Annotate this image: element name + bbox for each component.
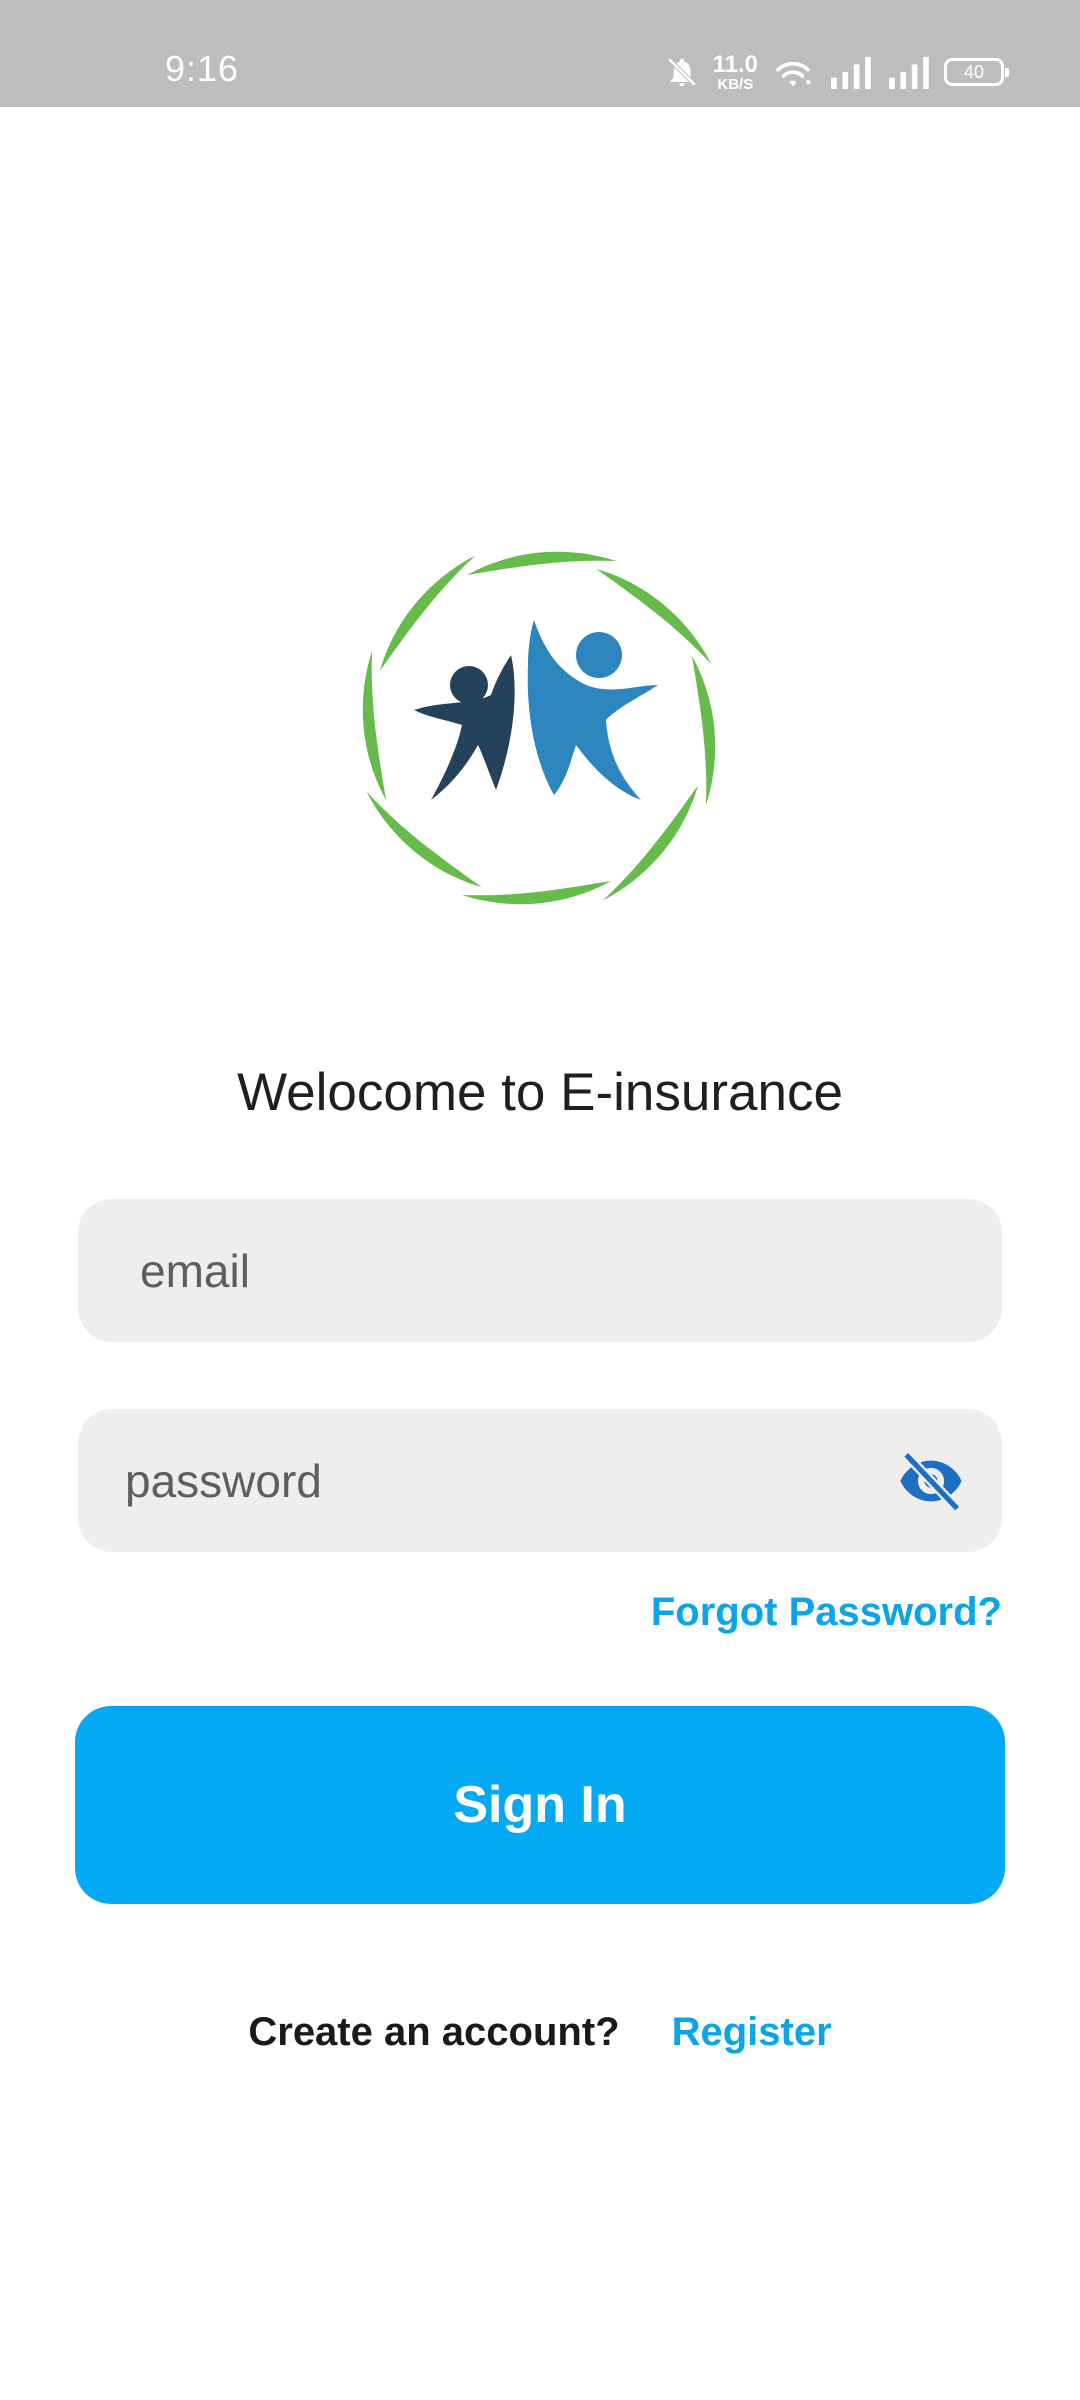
bell-off-icon xyxy=(667,57,696,87)
email-field[interactable] xyxy=(78,1199,1002,1342)
app-logo xyxy=(362,551,716,905)
email-input[interactable] xyxy=(138,1199,962,1342)
person-light xyxy=(527,620,658,800)
status-icons: 11.0 KB/S 40 xyxy=(665,48,1009,96)
forgot-password-link[interactable]: Forgot Password? xyxy=(651,1590,1002,1635)
create-account-text: Create an account? xyxy=(248,2010,620,2054)
register-link[interactable]: Register xyxy=(672,2010,832,2055)
wifi-icon xyxy=(776,61,811,87)
sign-in-button[interactable]: Sign In xyxy=(75,1706,1005,1904)
welcome-title: Welocome to E-insurance xyxy=(237,1063,843,1122)
battery-icon: 40 xyxy=(944,58,1009,86)
person-dark xyxy=(414,655,515,800)
battery-level: 40 xyxy=(963,61,985,82)
network-speed-unit: KB/S xyxy=(717,75,754,93)
register-row: Create an account? Register xyxy=(0,2010,1080,2055)
password-field[interactable] xyxy=(78,1409,1002,1552)
signal-icon xyxy=(889,56,929,89)
password-input[interactable] xyxy=(123,1409,907,1552)
eye-off-icon[interactable] xyxy=(896,1449,966,1513)
signal-icon xyxy=(831,56,871,89)
status-time: 9:16 xyxy=(165,48,240,89)
network-speed-value: 11.0 xyxy=(712,50,758,78)
network-speed: 11.0 KB/S xyxy=(712,50,758,93)
status-bar: 9:16 11.0 KB/S 40 xyxy=(0,0,1080,107)
login-screen: 9:16 11.0 KB/S 40 Welocome to E-insuranc… xyxy=(0,0,1080,2400)
